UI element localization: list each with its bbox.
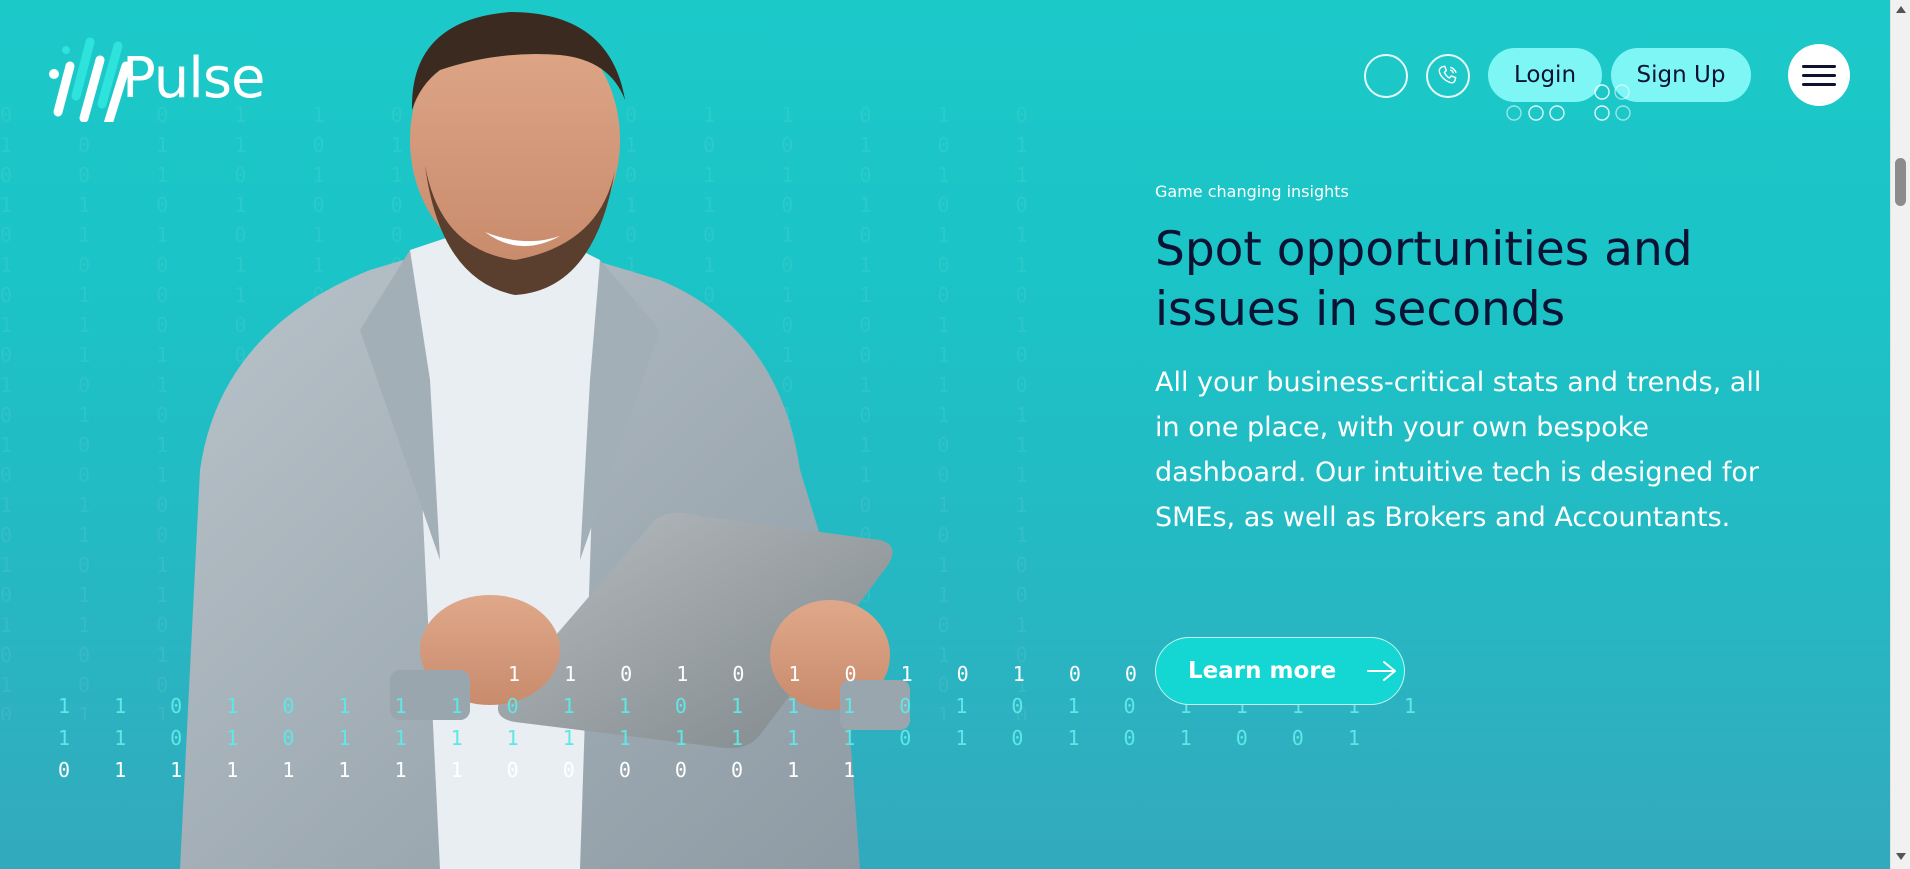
scroll-up-arrow-icon[interactable]	[1896, 6, 1906, 13]
decorative-dots	[1506, 84, 1631, 121]
brand-name: Pulse	[122, 45, 265, 111]
hamburger-menu-icon	[1802, 73, 1836, 77]
vertical-scrollbar[interactable]	[1890, 0, 1910, 869]
hamburger-menu-icon	[1802, 64, 1836, 68]
learn-more-label: Learn more	[1188, 658, 1337, 684]
binary-stream-line: 0 1 1 1 1 1 1 1 0 0 0 0 0 1 1	[58, 758, 872, 782]
binary-stream-line: 1 1 0 1 0 1 1 1 1 1 1 1 1 1 1 0 1 0 1 0 …	[58, 726, 1376, 750]
scroll-down-arrow-icon[interactable]	[1896, 853, 1906, 860]
phone-icon	[1438, 65, 1457, 84]
hero-headline: Spot opportunities and issues in seconds	[1155, 222, 1693, 337]
learn-more-button[interactable]: Learn more	[1155, 637, 1405, 705]
arrow-right-icon	[1367, 661, 1397, 681]
brand-logo[interactable]: Pulse	[40, 26, 265, 122]
hero-section: 0 1 0 1 1 0 1 0 0 1 1 0 1 0 1 1 0 1 0 1 …	[0, 0, 1890, 869]
search-button[interactable]	[1364, 54, 1408, 98]
hero-body: All your business-critical stats and tre…	[1155, 367, 1762, 533]
menu-button[interactable]	[1788, 44, 1850, 106]
scrollbar-thumb[interactable]	[1895, 158, 1906, 206]
binary-stream-line: 1 1 0 1 0 1 0 1 0 1 0 0 0	[508, 662, 1210, 686]
pulse-logo-mark-icon	[49, 37, 130, 122]
hamburger-menu-icon	[1802, 82, 1836, 86]
hero-eyebrow: Game changing insights	[1155, 182, 1349, 201]
phone-button[interactable]	[1426, 54, 1470, 98]
